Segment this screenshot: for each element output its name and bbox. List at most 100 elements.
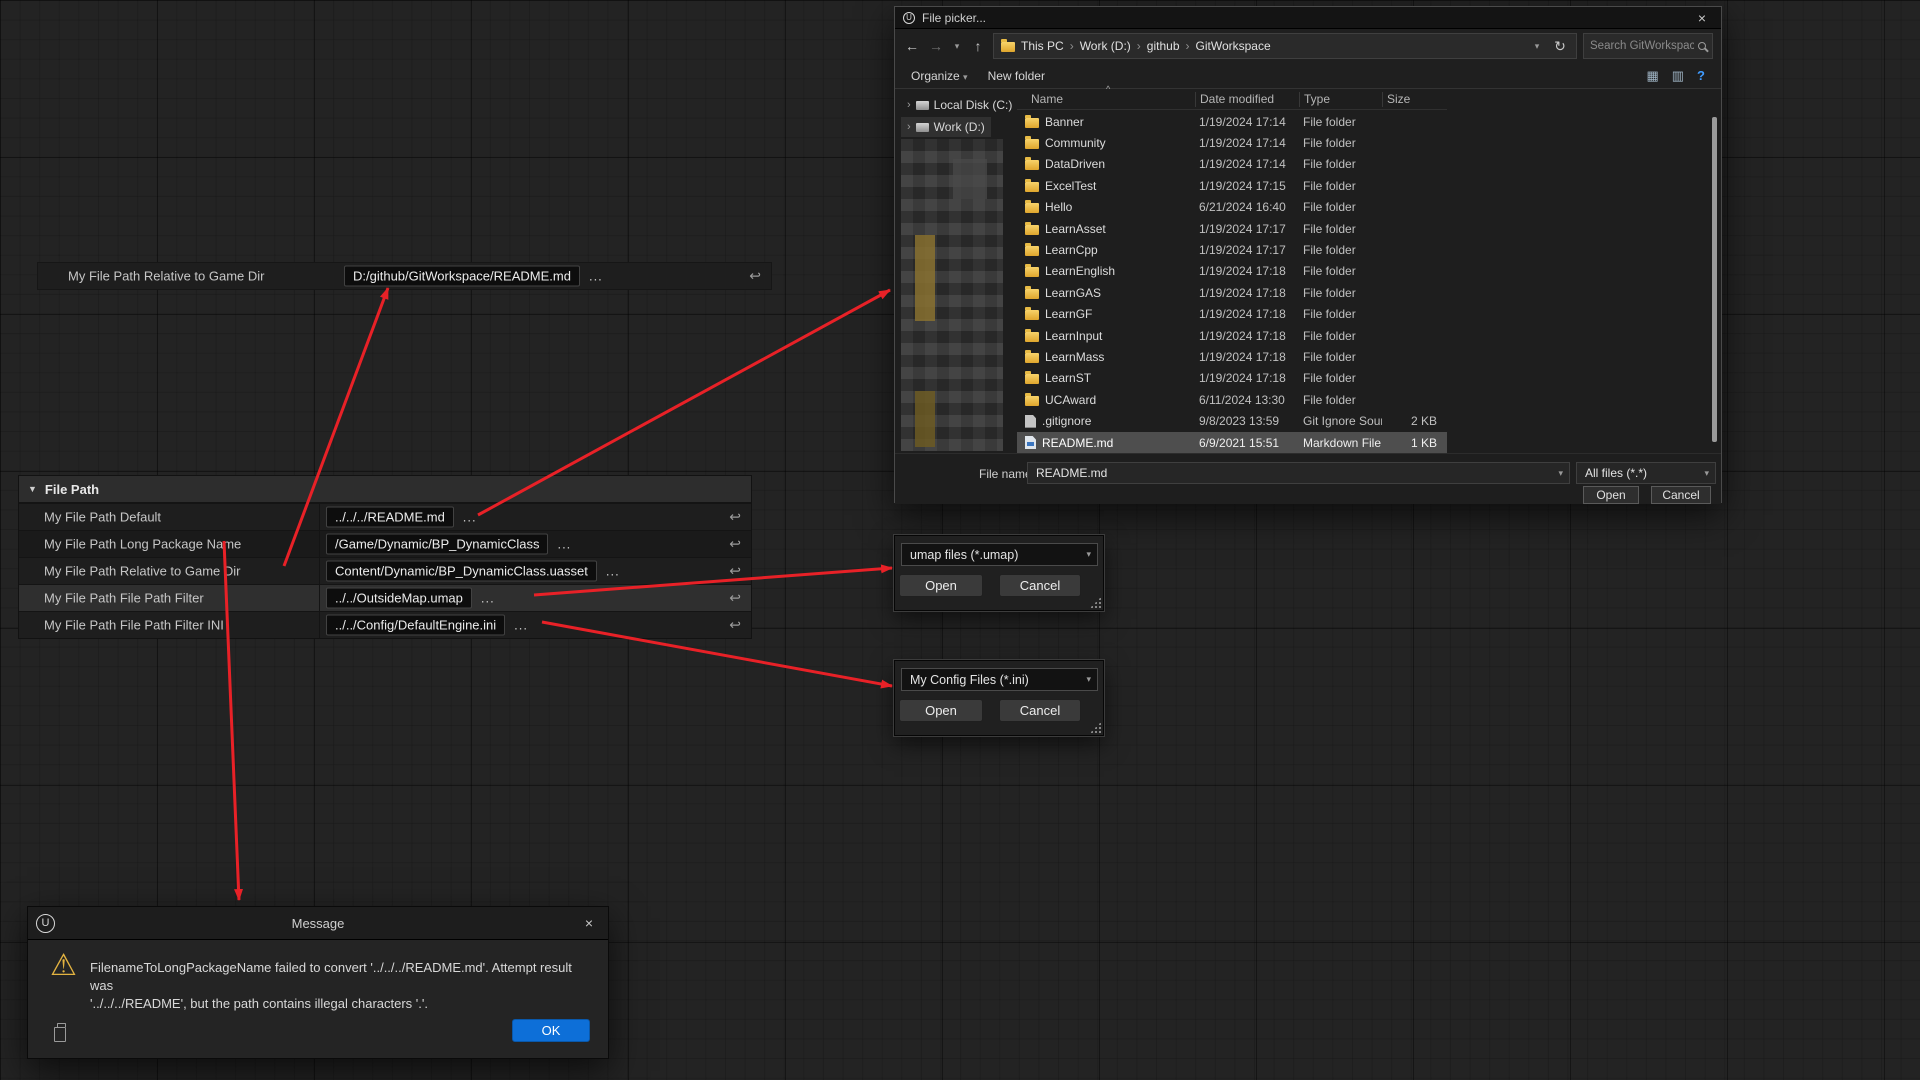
file-row[interactable]: README.md 6/9/2021 15:51 Markdown File 1… <box>1017 432 1447 453</box>
property-value-box[interactable]: Content/Dynamic/BP_DynamicClass.uasset <box>326 561 597 582</box>
file-row[interactable]: LearnMass 1/19/2024 17:18 File folder <box>1017 346 1447 367</box>
file-type: File folder <box>1299 264 1382 278</box>
file-row[interactable]: Community 1/19/2024 17:14 File folder <box>1017 132 1447 153</box>
file-row[interactable]: LearnGF 1/19/2024 17:18 File folder <box>1017 304 1447 325</box>
file-type-combobox[interactable]: All files (*.*) ▾ <box>1576 462 1716 484</box>
breadcrumb-label: Work (D:) <box>1080 39 1131 53</box>
file-row[interactable]: LearnST 1/19/2024 17:18 File folder <box>1017 368 1447 389</box>
column-header-type[interactable]: Type <box>1299 92 1382 107</box>
reset-to-default-icon[interactable]: ↩ <box>729 536 741 553</box>
file-row[interactable]: LearnGAS 1/19/2024 17:18 File folder <box>1017 282 1447 303</box>
file-row[interactable]: Hello 6/21/2024 16:40 File folder <box>1017 197 1447 218</box>
tree-expand-icon[interactable]: › <box>907 121 911 133</box>
browse-ellipsis-button[interactable]: ... <box>606 564 620 579</box>
filter-combobox[interactable]: My Config Files (*.ini) ▾ <box>901 668 1098 691</box>
file-picker-titlebar[interactable]: U File picker... × <box>895 7 1721 29</box>
property-value-box[interactable]: D:/github/GitWorkspace/README.md <box>344 266 580 287</box>
new-folder-button[interactable]: New folder <box>988 69 1045 83</box>
file-name: ExcelTest <box>1045 179 1096 193</box>
breadcrumb-item[interactable]: GitWorkspace <box>1196 39 1271 53</box>
category-header-file-path[interactable]: ▼ File Path <box>19 476 751 503</box>
property-value-box[interactable]: ../../OutsideMap.umap <box>326 588 472 609</box>
column-header-size[interactable]: Size <box>1382 92 1447 107</box>
help-icon[interactable]: ? <box>1697 68 1705 83</box>
cancel-button[interactable]: Cancel <box>1651 486 1711 504</box>
open-button[interactable]: Open <box>899 699 983 722</box>
file-date: 6/9/2021 15:51 <box>1195 436 1299 450</box>
expand-triangle-icon[interactable]: ▼ <box>28 484 37 494</box>
forward-icon[interactable]: → <box>927 38 945 54</box>
breadcrumb-label: github <box>1147 39 1180 53</box>
file-row[interactable]: .gitignore 9/8/2023 13:59 Git Ignore Sou… <box>1017 410 1447 431</box>
reset-to-default-icon[interactable]: ↩ <box>749 268 761 285</box>
property-value-box[interactable]: /Game/Dynamic/BP_DynamicClass <box>326 534 548 555</box>
reset-to-default-icon[interactable]: ↩ <box>729 590 741 607</box>
breadcrumb-separator-icon: › <box>1186 39 1190 53</box>
sidebar-item-local-disk-c[interactable]: › Local Disk (C:) <box>901 95 1018 115</box>
property-label: My File Path File Path Filter INI <box>44 618 224 633</box>
preview-pane-icon[interactable]: ▥ <box>1672 68 1684 84</box>
file-row[interactable]: Banner 1/19/2024 17:14 File folder <box>1017 111 1447 132</box>
property-label: My File Path Relative to Game Dir <box>68 269 265 284</box>
file-row[interactable]: DataDriven 1/19/2024 17:14 File folder <box>1017 154 1447 175</box>
browse-ellipsis-button[interactable]: ... <box>514 618 528 633</box>
file-type: File folder <box>1299 243 1382 257</box>
property-value-box[interactable]: ../../Config/DefaultEngine.ini <box>326 615 505 636</box>
file-name-combobox[interactable]: README.md ▾ <box>1027 462 1570 484</box>
breadcrumb-label: GitWorkspace <box>1196 39 1271 53</box>
reset-to-default-icon[interactable]: ↩ <box>729 509 741 526</box>
filter-combobox[interactable]: umap files (*.umap) ▾ <box>901 543 1098 566</box>
close-icon[interactable]: × <box>1691 10 1713 26</box>
file-name: LearnST <box>1045 371 1091 385</box>
file-row[interactable]: LearnCpp 1/19/2024 17:17 File folder <box>1017 239 1447 260</box>
back-icon[interactable]: ← <box>903 38 921 54</box>
close-icon[interactable]: × <box>578 915 600 931</box>
navigation-bar: ← → ▾ ↑ This PC › Work (D:) › github › G… <box>895 29 1721 63</box>
column-header-name[interactable]: Name <box>1017 92 1195 107</box>
file-type: File folder <box>1299 371 1382 385</box>
message-titlebar[interactable]: U Message × <box>28 907 608 940</box>
browse-ellipsis-button[interactable]: ... <box>463 510 477 525</box>
details-row: My File Path Relative to Game Dir Conten… <box>19 557 751 584</box>
cancel-button[interactable]: Cancel <box>999 574 1081 597</box>
refresh-icon[interactable]: ↻ <box>1551 38 1569 55</box>
browse-ellipsis-button[interactable]: ... <box>557 537 571 552</box>
address-chevron-icon[interactable]: ▾ <box>1531 41 1543 52</box>
file-row[interactable]: LearnAsset 1/19/2024 17:17 File folder <box>1017 218 1447 239</box>
breadcrumb-item[interactable]: github › <box>1147 39 1190 53</box>
browse-ellipsis-button[interactable]: ... <box>481 591 495 606</box>
file-icon <box>1025 310 1039 320</box>
breadcrumb-item[interactable]: This PC › <box>1021 39 1074 53</box>
tree-expand-icon[interactable]: › <box>907 99 911 111</box>
sidebar-item-work-d[interactable]: › Work (D:) <box>901 117 991 137</box>
resize-grip[interactable] <box>1090 722 1101 733</box>
history-chevron-icon[interactable]: ▾ <box>951 41 963 52</box>
chevron-down-icon: ▾ <box>1558 468 1563 479</box>
file-row[interactable]: LearnEnglish 1/19/2024 17:18 File folder <box>1017 261 1447 282</box>
reset-to-default-icon[interactable]: ↩ <box>729 563 741 580</box>
breadcrumb-item[interactable]: Work (D:) › <box>1080 39 1141 53</box>
search-input[interactable] <box>1590 40 1694 52</box>
cancel-button[interactable]: Cancel <box>999 699 1081 722</box>
copy-to-clipboard-icon[interactable] <box>54 1027 66 1042</box>
property-value-box[interactable]: ../../../README.md <box>326 507 454 528</box>
column-header-date[interactable]: Date modified <box>1195 92 1299 107</box>
file-date: 6/21/2024 16:40 <box>1195 200 1299 214</box>
file-row[interactable]: LearnInput 1/19/2024 17:18 File folder <box>1017 325 1447 346</box>
open-button[interactable]: Open <box>899 574 983 597</box>
file-row[interactable]: UCAward 6/11/2024 13:30 File folder <box>1017 389 1447 410</box>
scrollbar[interactable] <box>1712 117 1717 442</box>
address-bar[interactable]: This PC › Work (D:) › github › GitWorksp… <box>993 33 1577 59</box>
reset-to-default-icon[interactable]: ↩ <box>729 617 741 634</box>
open-button[interactable]: Open <box>1583 486 1639 504</box>
file-icon <box>1025 225 1039 235</box>
file-row[interactable]: ExcelTest 1/19/2024 17:15 File folder <box>1017 175 1447 196</box>
ok-button[interactable]: OK <box>512 1019 590 1042</box>
browse-ellipsis-button[interactable]: ... <box>589 269 603 284</box>
organize-button[interactable]: Organize ▾ <box>911 69 968 83</box>
up-icon[interactable]: ↑ <box>969 38 987 54</box>
resize-grip[interactable] <box>1090 597 1101 608</box>
category-title: File Path <box>45 482 99 497</box>
view-large-icon[interactable]: ▦ <box>1646 68 1658 84</box>
details-row: My File Path File Path Filter INI ../../… <box>19 611 751 638</box>
